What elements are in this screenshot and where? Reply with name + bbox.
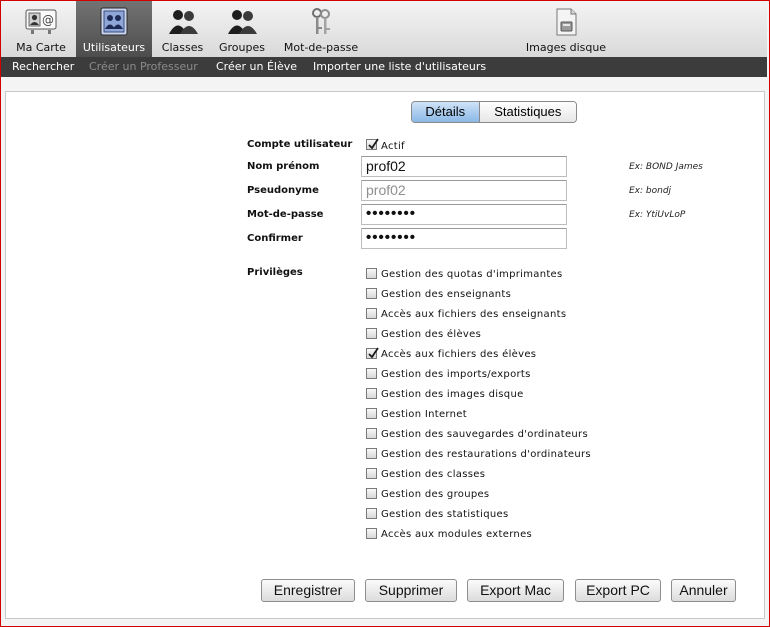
privilege-checkbox[interactable] [366,488,377,499]
subnav-rechercher[interactable]: Rechercher [12,60,74,73]
privilege-checkbox[interactable] [366,328,377,339]
export-pc-button[interactable]: Export PC [575,579,661,602]
subnav-importer-liste[interactable]: Importer une liste d'utilisateurs [313,60,486,73]
privilege-label: Accès aux fichiers des enseignants [381,309,567,320]
privilege-label: Gestion des enseignants [381,289,512,300]
confirm-label: Confirmer [247,233,303,244]
alias-hint: Ex: bondj [629,186,672,196]
disk-image-icon [550,7,582,37]
privilege-label: Gestion des restaurations d'ordinateurs [381,449,591,460]
tool-mot-de-passe[interactable]: Mot-de-passe [276,1,366,57]
privilege-label: Gestion des élèves [381,329,482,340]
check-icon [368,347,379,359]
delete-button[interactable]: Supprimer [365,579,457,602]
privilege-label: Gestion des sauvegardes d'ordinateurs [381,429,588,440]
privilege-label: Gestion des imports/exports [381,369,531,380]
tool-classes[interactable]: Classes [154,1,211,57]
tool-label: Groupes [219,41,265,54]
privilege-checkbox[interactable] [366,408,377,419]
tool-label: Classes [161,41,204,54]
privilege-checkbox[interactable] [366,428,377,439]
account-label: Compte utilisateur [247,139,353,150]
active-checkbox[interactable] [366,138,379,150]
cancel-button[interactable]: Annuler [671,579,736,602]
tool-images-disque[interactable]: Images disque [517,1,615,57]
privilege-checkbox[interactable] [366,368,377,379]
privilege-label: Gestion des quotas d'imprimantes [381,269,563,280]
privilege-checkbox[interactable] [366,308,377,319]
privilege-label: Gestion Internet [381,409,467,420]
main-toolbar: @ Ma Carte Utilisateurs Classes Groupes … [1,1,767,57]
privilege-label: Accès aux fichiers des élèves [381,349,537,360]
password-label: Mot-de-passe [247,209,324,220]
active-label: Actif [381,141,405,152]
classes-icon [167,7,199,37]
password-field[interactable]: •••••••• [361,204,567,225]
tool-label: Ma Carte [16,41,66,54]
privileges-label: Privilèges [247,267,303,278]
users-icon [98,7,130,37]
privilege-label: Gestion des statistiques [381,509,509,520]
card-icon: @ [25,7,57,37]
tool-groupes[interactable]: Groupes [213,1,271,57]
privilege-checkbox[interactable] [366,468,377,479]
groups-icon [226,7,258,37]
privilege-checkbox[interactable] [366,508,377,519]
name-hint: Ex: BOND James [629,162,703,172]
name-field[interactable]: prof02 [361,156,567,177]
tool-label: Utilisateurs [82,41,146,54]
view-switcher: Détails Statistiques [411,101,577,123]
privilege-checkbox[interactable] [366,288,377,299]
privilege-checkbox[interactable] [366,347,379,359]
tool-label: Mot-de-passe [283,41,359,54]
check-icon [368,138,379,150]
subnav-creer-eleve[interactable]: Créer un Élève [216,60,297,73]
tool-label: Images disque [525,41,607,54]
tool-ma-carte[interactable]: @ Ma Carte [9,1,73,57]
tool-utilisateurs[interactable]: Utilisateurs [76,1,152,57]
save-button[interactable]: Enregistrer [261,579,355,602]
svg-text:@: @ [42,13,54,27]
sub-navigation: Rechercher Créer un Professeur Créer un … [1,57,767,77]
keys-icon [305,7,337,37]
name-label: Nom prénom [247,161,320,172]
password-hint: Ex: YtiUvLoP [629,210,686,220]
alias-field[interactable]: prof02 [361,180,567,201]
privilege-label: Gestion des classes [381,469,486,480]
tab-statistiques[interactable]: Statistiques [479,102,576,122]
privilege-label: Accès aux modules externes [381,529,533,540]
privilege-checkbox[interactable] [366,528,377,539]
privilege-checkbox[interactable] [366,268,377,279]
privilege-checkbox[interactable] [366,448,377,459]
subnav-creer-professeur: Créer un Professeur [89,60,198,73]
tab-details[interactable]: Détails [412,102,480,122]
export-mac-button[interactable]: Export Mac [467,579,564,602]
privilege-label: Gestion des groupes [381,489,490,500]
alias-label: Pseudonyme [247,185,319,196]
privilege-checkbox[interactable] [366,388,377,399]
confirm-password-field[interactable]: •••••••• [361,228,567,249]
privilege-label: Gestion des images disque [381,389,524,400]
